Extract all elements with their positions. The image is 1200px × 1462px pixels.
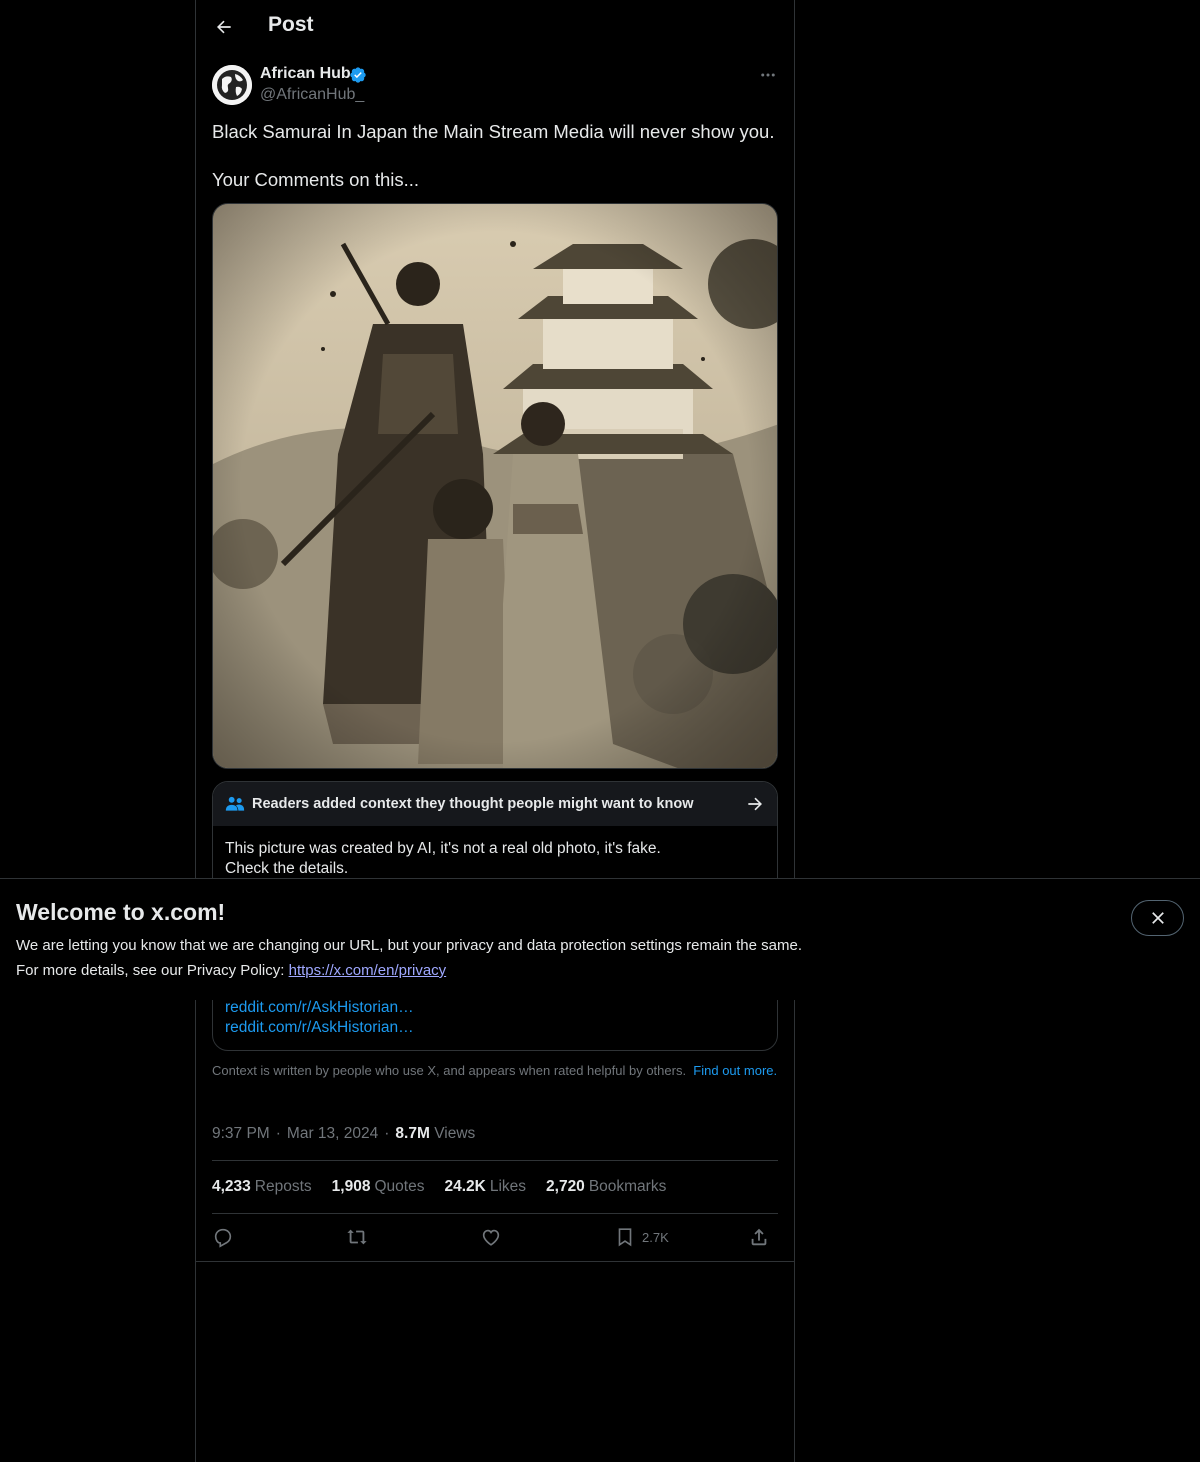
- close-icon: [1151, 912, 1164, 924]
- close-banner-button[interactable]: [1131, 900, 1184, 936]
- post-text: Black Samurai In Japan the Main Stream M…: [212, 120, 778, 192]
- community-note-body-line: Check the details.: [225, 860, 349, 877]
- find-out-more-link[interactable]: Find out more.: [693, 1063, 777, 1078]
- banner-privacy-line: For more details, see our Privacy Policy…: [16, 962, 446, 979]
- reply-button[interactable]: [212, 1224, 234, 1250]
- community-note-footer-text: Context is written by people who use X, …: [212, 1063, 687, 1078]
- bookmark-icon: [618, 1228, 632, 1247]
- more-options-button[interactable]: [756, 64, 780, 86]
- verified-badge-icon: [350, 67, 366, 83]
- banner-privacy-prefix: For more details, see our Privacy Policy…: [16, 962, 285, 979]
- arrow-left-icon: [217, 20, 231, 34]
- banner-title: Welcome to x.com!: [16, 899, 226, 925]
- bookmark-count: 2.7K: [642, 1229, 669, 1245]
- post-date[interactable]: Mar 13, 2024: [287, 1125, 378, 1142]
- welcome-banner: Welcome to x.com! We are letting you kno…: [0, 878, 1200, 1000]
- repost-button[interactable]: [346, 1224, 368, 1250]
- avatar[interactable]: [212, 65, 252, 105]
- repost-icon: [347, 1229, 367, 1245]
- quotes-stat[interactable]: 1,908 Quotes: [332, 1178, 425, 1196]
- share-icon: [751, 1228, 767, 1246]
- divider: [212, 1213, 778, 1214]
- globe-logo-icon: [212, 65, 252, 105]
- privacy-policy-link[interactable]: https://x.com/en/privacy: [289, 962, 447, 979]
- community-note-body: This picture was created by AI, it's not…: [225, 839, 765, 879]
- reposts-stat[interactable]: 4,233 Reposts: [212, 1178, 312, 1196]
- post-text-line: Your Comments on this...: [212, 169, 420, 190]
- post-text-line: Black Samurai In Japan the Main Stream M…: [212, 121, 775, 142]
- reply-icon: [214, 1228, 232, 1248]
- community-note-title: Readers added context they thought peopl…: [252, 796, 694, 812]
- post-time[interactable]: 9:37 PM: [212, 1125, 270, 1142]
- post-image[interactable]: [212, 203, 778, 769]
- community-note-header[interactable]: Readers added context they thought peopl…: [213, 782, 777, 826]
- page-title: Post: [268, 13, 314, 36]
- samurai-family-photo: [213, 204, 777, 768]
- post-column: Post African Hub @AfricanHub_ Black Samu…: [195, 0, 795, 1462]
- arrow-right-icon: [748, 797, 762, 811]
- action-bar: 2.7K: [212, 1222, 778, 1252]
- community-note-source-link[interactable]: reddit.com/r/AskHistorian…: [225, 1019, 414, 1037]
- bookmarks-stat[interactable]: 2,720 Bookmarks: [546, 1178, 666, 1196]
- author-handle[interactable]: @AfricanHub_: [260, 86, 364, 104]
- like-button[interactable]: [480, 1224, 502, 1250]
- community-note-source-link[interactable]: reddit.com/r/AskHistorian…: [225, 999, 414, 1017]
- bookmark-button[interactable]: 2.7K: [614, 1224, 669, 1250]
- divider: [212, 1160, 778, 1161]
- divider: [196, 1261, 794, 1262]
- views-count: 8.7M: [395, 1125, 430, 1142]
- likes-stat[interactable]: 24.2K Likes: [444, 1178, 526, 1196]
- banner-message: We are letting you know that we are chan…: [16, 937, 802, 954]
- people-icon: [225, 796, 245, 811]
- back-button[interactable]: [208, 11, 240, 43]
- post-header: Post: [196, 0, 794, 53]
- engagement-stats: 4,233 Reposts 1,908 Quotes 24.2K Likes 2,72…: [212, 1178, 666, 1196]
- community-note-body-line: This picture was created by AI, it's not…: [225, 840, 661, 857]
- share-button[interactable]: [748, 1224, 770, 1250]
- more-icon: [761, 73, 775, 77]
- post-meta: 9:37 PM · Mar 13, 2024 · 8.7M Views: [212, 1125, 476, 1142]
- author-name[interactable]: African Hub: [260, 65, 351, 83]
- views-label: Views: [434, 1125, 476, 1142]
- heart-icon: [482, 1229, 500, 1246]
- community-note-footer: Context is written by people who use X, …: [212, 1063, 778, 1079]
